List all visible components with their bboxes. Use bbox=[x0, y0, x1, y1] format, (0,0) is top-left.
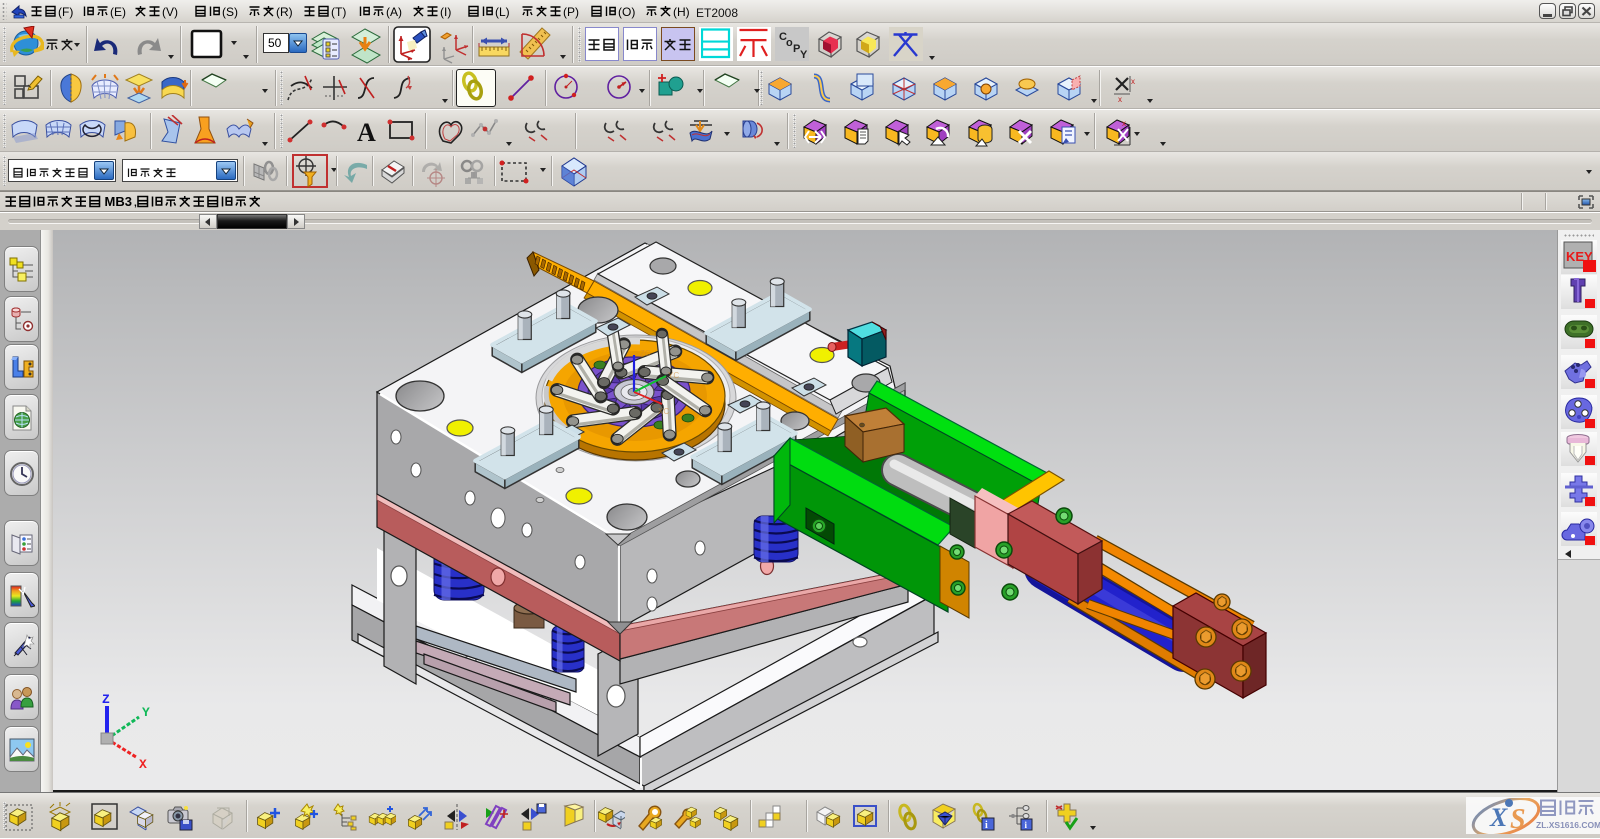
svg-text:X: X bbox=[139, 757, 147, 772]
svg-text:Z: Z bbox=[102, 692, 110, 707]
svg-text:x: x bbox=[1131, 77, 1135, 86]
svg-text:Y: Y bbox=[800, 49, 808, 61]
svg-text:Y: Y bbox=[142, 705, 150, 720]
svg-text:x: x bbox=[1122, 119, 1126, 128]
svg-text:i: i bbox=[985, 820, 988, 831]
svg-text:A: A bbox=[357, 118, 376, 147]
svg-text:ZC: ZC bbox=[640, 349, 651, 358]
svg-text:YC: YC bbox=[668, 371, 679, 380]
svg-text:XC: XC bbox=[658, 407, 669, 416]
svg-text:o: o bbox=[786, 37, 793, 49]
svg-text:S: S bbox=[1510, 804, 1526, 834]
svg-text:x: x bbox=[1118, 95, 1122, 104]
svg-text:X: X bbox=[1489, 803, 1508, 832]
